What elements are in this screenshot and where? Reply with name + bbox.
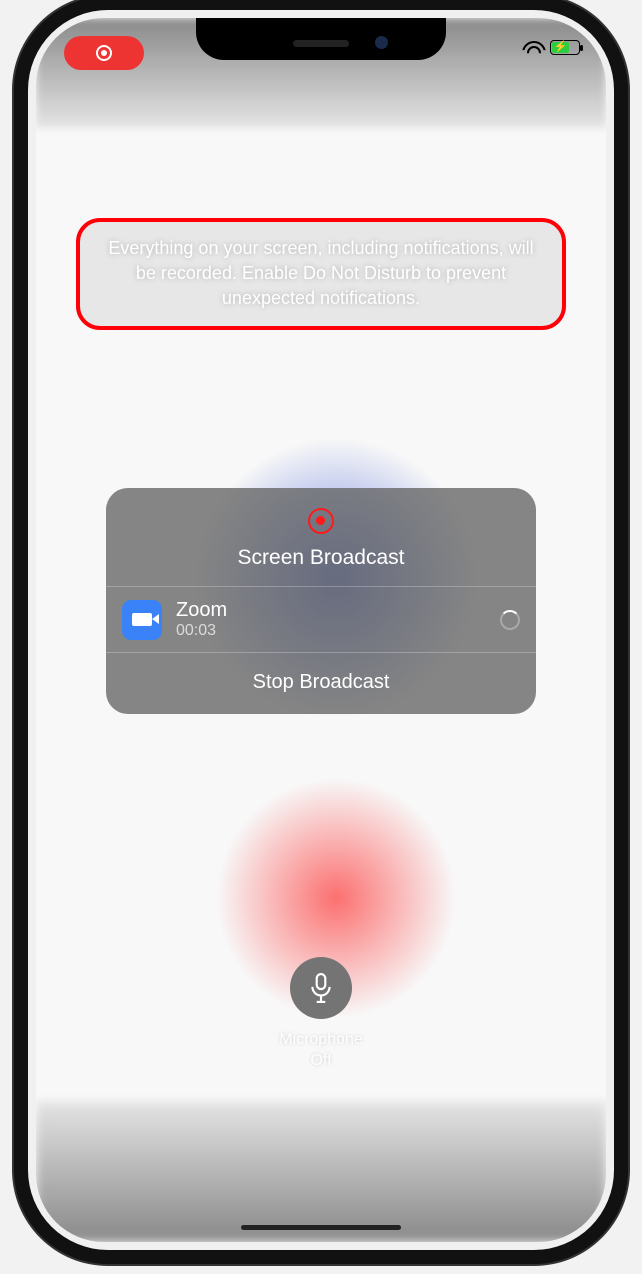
front-camera bbox=[375, 36, 388, 49]
volume-down-button bbox=[14, 340, 20, 410]
earpiece bbox=[293, 40, 349, 47]
background-blur-bottom bbox=[36, 1102, 606, 1242]
stop-broadcast-button[interactable]: Stop Broadcast bbox=[253, 671, 390, 693]
recording-warning-text: Everything on your screen, including not… bbox=[108, 238, 533, 308]
charging-bolt-icon: ⚡ bbox=[554, 42, 568, 53]
phone-frame: ⚡ Everything on your screen, including n… bbox=[28, 10, 614, 1250]
broadcast-app-name: Zoom bbox=[176, 599, 486, 622]
broadcast-app-text: Zoom 00:03 bbox=[176, 599, 486, 640]
home-indicator[interactable] bbox=[241, 1225, 401, 1230]
power-button bbox=[622, 270, 628, 380]
microphone-button[interactable] bbox=[290, 957, 352, 1019]
screen-broadcast-panel: Screen Broadcast Zoom 00:03 Stop Broadca… bbox=[106, 488, 536, 714]
wifi-icon bbox=[522, 41, 542, 55]
broadcast-elapsed-time: 00:03 bbox=[176, 622, 486, 640]
recording-status-pill[interactable] bbox=[64, 36, 144, 70]
battery-icon: ⚡ bbox=[550, 40, 580, 55]
microphone-label: Microphone bbox=[279, 1031, 363, 1048]
loading-spinner-icon bbox=[500, 610, 520, 630]
silent-switch bbox=[14, 180, 20, 218]
screen: ⚡ Everything on your screen, including n… bbox=[36, 18, 606, 1242]
video-camera-icon bbox=[132, 613, 152, 626]
status-right: ⚡ bbox=[522, 40, 580, 55]
microphone-toggle[interactable]: Microphone Off bbox=[36, 957, 606, 1072]
microphone-state: Off bbox=[310, 1052, 331, 1069]
volume-up-button bbox=[14, 250, 20, 320]
zoom-app-icon bbox=[122, 600, 162, 640]
microphone-icon bbox=[308, 973, 334, 1003]
recording-warning-banner: Everything on your screen, including not… bbox=[76, 218, 566, 330]
broadcast-title: Screen Broadcast bbox=[122, 546, 520, 570]
broadcast-app-row[interactable]: Zoom 00:03 bbox=[106, 587, 536, 652]
notch bbox=[196, 18, 446, 60]
record-icon bbox=[96, 45, 112, 61]
broadcast-header: Screen Broadcast bbox=[106, 488, 536, 586]
record-icon bbox=[308, 508, 334, 534]
